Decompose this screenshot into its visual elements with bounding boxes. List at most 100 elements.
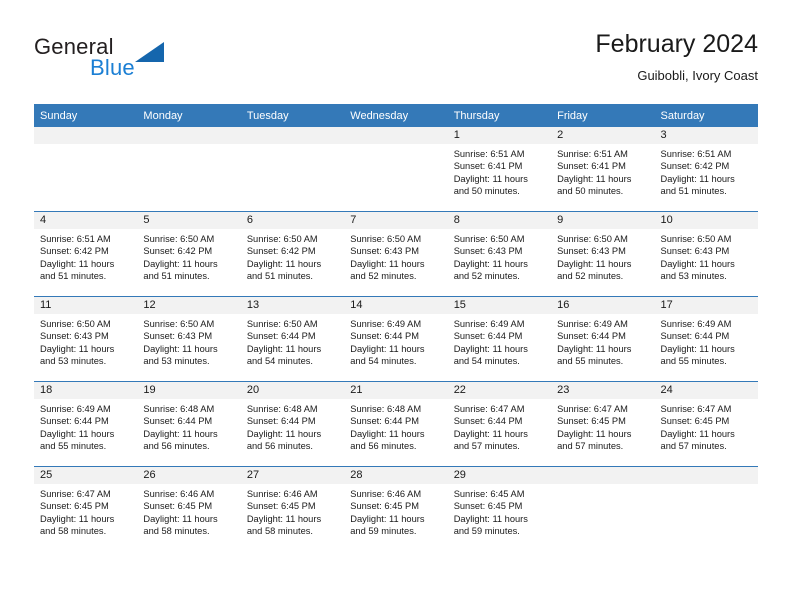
day-cell[interactable]: 25 Sunrise: 6:47 AM Sunset: 6:45 PM Dayl… — [34, 466, 138, 551]
day-cell[interactable]: 11 Sunrise: 6:50 AM Sunset: 6:43 PM Dayl… — [34, 296, 138, 382]
sunrise-text: Sunrise: 6:48 AM — [350, 404, 422, 414]
day-cell[interactable]: 15 Sunrise: 6:49 AM Sunset: 6:44 PM Dayl… — [447, 296, 552, 382]
daylight-text-line1: Daylight: 11 hours — [350, 343, 425, 354]
day-details — [241, 144, 344, 148]
weekday-header-sunday: Sunday — [34, 104, 138, 127]
day-cell-empty — [240, 127, 345, 212]
daylight-text-line2: and 51 minutes. — [40, 270, 107, 281]
daylight-text-line1: Daylight: 11 hours — [350, 258, 425, 269]
day-cell[interactable]: 21 Sunrise: 6:48 AM Sunset: 6:44 PM Dayl… — [344, 381, 448, 467]
day-cell[interactable]: 3 Sunrise: 6:51 AM Sunset: 6:42 PM Dayli… — [654, 127, 758, 212]
day-details — [344, 144, 447, 148]
day-number: 12 — [137, 297, 241, 314]
daylight-text-line2: and 55 minutes. — [557, 355, 624, 366]
calendar-page: General Blue February 2024 Guibobli, Ivo… — [0, 0, 792, 612]
day-cell[interactable]: 10 Sunrise: 6:50 AM Sunset: 6:43 PM Dayl… — [654, 211, 758, 297]
sunrise-text: Sunrise: 6:50 AM — [557, 234, 628, 244]
day-cell[interactable]: 26 Sunrise: 6:46 AM Sunset: 6:45 PM Dayl… — [137, 466, 241, 551]
day-number: 20 — [240, 382, 345, 399]
day-number: 14 — [344, 297, 448, 314]
daylight-text-line1: Daylight: 11 hours — [453, 173, 528, 184]
daylight-text-line1: Daylight: 11 hours — [246, 428, 322, 439]
calendar-week-row: 1 Sunrise: 6:51 AM Sunset: 6:41 PM Dayli… — [34, 127, 758, 212]
day-number: 2 — [551, 127, 655, 144]
day-details: Sunrise: 6:50 AM Sunset: 6:43 PM Dayligh… — [34, 314, 137, 367]
sunrise-text: Sunrise: 6:48 AM — [246, 404, 318, 414]
day-number: 23 — [551, 382, 655, 399]
day-cell-empty — [654, 466, 758, 551]
sunrise-text: Sunrise: 6:49 AM — [453, 319, 525, 329]
daylight-text-line2: and 55 minutes. — [40, 440, 107, 451]
daylight-text-line1: Daylight: 11 hours — [246, 343, 322, 354]
day-details: Sunrise: 6:48 AM Sunset: 6:44 PM Dayligh… — [344, 399, 447, 452]
day-number: 7 — [344, 212, 448, 229]
daylight-text-line1: Daylight: 11 hours — [40, 343, 115, 354]
calendar-week-row: 18 Sunrise: 6:49 AM Sunset: 6:44 PM Dayl… — [34, 381, 758, 467]
day-cell[interactable]: 14 Sunrise: 6:49 AM Sunset: 6:44 PM Dayl… — [344, 296, 448, 382]
day-cell[interactable]: 18 Sunrise: 6:49 AM Sunset: 6:44 PM Dayl… — [34, 381, 138, 467]
day-number: 5 — [137, 212, 241, 229]
day-number: 27 — [240, 467, 345, 484]
day-cell[interactable]: 12 Sunrise: 6:50 AM Sunset: 6:43 PM Dayl… — [137, 296, 241, 382]
day-cell[interactable]: 24 Sunrise: 6:47 AM Sunset: 6:45 PM Dayl… — [654, 381, 758, 467]
daylight-text-line1: Daylight: 11 hours — [453, 258, 528, 269]
day-cell[interactable]: 8 Sunrise: 6:50 AM Sunset: 6:43 PM Dayli… — [447, 211, 552, 297]
day-cell[interactable]: 22 Sunrise: 6:47 AM Sunset: 6:44 PM Dayl… — [447, 381, 552, 467]
daylight-text-line2: and 59 minutes. — [453, 525, 520, 536]
sunrise-text: Sunrise: 6:46 AM — [143, 489, 215, 499]
sunrise-text: Sunrise: 6:51 AM — [453, 149, 525, 159]
day-cell[interactable]: 1 Sunrise: 6:51 AM Sunset: 6:41 PM Dayli… — [447, 127, 552, 212]
daylight-text-line2: and 54 minutes. — [453, 355, 520, 366]
weekday-header-wednesday: Wednesday — [344, 104, 448, 127]
day-details — [551, 484, 654, 488]
sunset-text: Sunset: 6:44 PM — [453, 331, 523, 342]
day-details: Sunrise: 6:47 AM Sunset: 6:44 PM Dayligh… — [448, 399, 551, 452]
day-cell[interactable]: 28 Sunrise: 6:46 AM Sunset: 6:45 PM Dayl… — [344, 466, 448, 551]
day-cell[interactable]: 2 Sunrise: 6:51 AM Sunset: 6:41 PM Dayli… — [551, 127, 655, 212]
calendar-week-row: 25 Sunrise: 6:47 AM Sunset: 6:45 PM Dayl… — [34, 466, 758, 551]
day-cell[interactable]: 6 Sunrise: 6:50 AM Sunset: 6:42 PM Dayli… — [240, 211, 345, 297]
day-details: Sunrise: 6:50 AM Sunset: 6:43 PM Dayligh… — [551, 229, 654, 282]
sunset-text: Sunset: 6:45 PM — [246, 501, 316, 512]
sunset-text: Sunset: 6:43 PM — [660, 246, 730, 257]
sunset-text: Sunset: 6:42 PM — [143, 246, 213, 257]
weekday-header-thursday: Thursday — [447, 104, 552, 127]
day-details: Sunrise: 6:48 AM Sunset: 6:44 PM Dayligh… — [241, 399, 344, 452]
sunrise-text: Sunrise: 6:49 AM — [557, 319, 628, 329]
sunrise-text: Sunrise: 6:46 AM — [246, 489, 318, 499]
daylight-text-line1: Daylight: 11 hours — [40, 428, 115, 439]
daylight-text-line1: Daylight: 11 hours — [660, 343, 735, 354]
day-cell[interactable]: 23 Sunrise: 6:47 AM Sunset: 6:45 PM Dayl… — [551, 381, 655, 467]
day-cell[interactable]: 17 Sunrise: 6:49 AM Sunset: 6:44 PM Dayl… — [654, 296, 758, 382]
daylight-text-line1: Daylight: 11 hours — [453, 428, 528, 439]
sunset-text: Sunset: 6:45 PM — [660, 416, 730, 427]
day-cell[interactable]: 16 Sunrise: 6:49 AM Sunset: 6:44 PM Dayl… — [551, 296, 655, 382]
day-cell[interactable]: 29 Sunrise: 6:45 AM Sunset: 6:45 PM Dayl… — [447, 466, 552, 551]
daylight-text-line2: and 54 minutes. — [246, 355, 313, 366]
sunset-text: Sunset: 6:43 PM — [453, 246, 523, 257]
day-details — [34, 144, 137, 148]
sunrise-text: Sunrise: 6:49 AM — [40, 404, 111, 414]
day-cell[interactable]: 19 Sunrise: 6:48 AM Sunset: 6:44 PM Dayl… — [137, 381, 241, 467]
daylight-text-line1: Daylight: 11 hours — [453, 513, 528, 524]
day-cell[interactable]: 20 Sunrise: 6:48 AM Sunset: 6:44 PM Dayl… — [240, 381, 345, 467]
day-details: Sunrise: 6:49 AM Sunset: 6:44 PM Dayligh… — [655, 314, 758, 367]
day-number — [344, 127, 448, 144]
day-cell[interactable]: 9 Sunrise: 6:50 AM Sunset: 6:43 PM Dayli… — [551, 211, 655, 297]
day-cell[interactable]: 5 Sunrise: 6:50 AM Sunset: 6:42 PM Dayli… — [137, 211, 241, 297]
day-number: 6 — [240, 212, 345, 229]
daylight-text-line2: and 57 minutes. — [660, 440, 727, 451]
day-details: Sunrise: 6:47 AM Sunset: 6:45 PM Dayligh… — [34, 484, 137, 537]
daylight-text-line2: and 58 minutes. — [246, 525, 313, 536]
sunrise-text: Sunrise: 6:45 AM — [453, 489, 525, 499]
sunrise-text: Sunrise: 6:50 AM — [453, 234, 525, 244]
general-blue-logo[interactable]: General Blue — [34, 34, 254, 92]
daylight-text-line2: and 54 minutes. — [350, 355, 417, 366]
day-cell[interactable]: 27 Sunrise: 6:46 AM Sunset: 6:45 PM Dayl… — [240, 466, 345, 551]
day-cell[interactable]: 7 Sunrise: 6:50 AM Sunset: 6:43 PM Dayli… — [344, 211, 448, 297]
day-cell[interactable]: 4 Sunrise: 6:51 AM Sunset: 6:42 PM Dayli… — [34, 211, 138, 297]
day-number: 11 — [34, 297, 138, 314]
sunrise-text: Sunrise: 6:50 AM — [143, 319, 215, 329]
day-cell[interactable]: 13 Sunrise: 6:50 AM Sunset: 6:44 PM Dayl… — [240, 296, 345, 382]
daylight-text-line1: Daylight: 11 hours — [246, 258, 322, 269]
